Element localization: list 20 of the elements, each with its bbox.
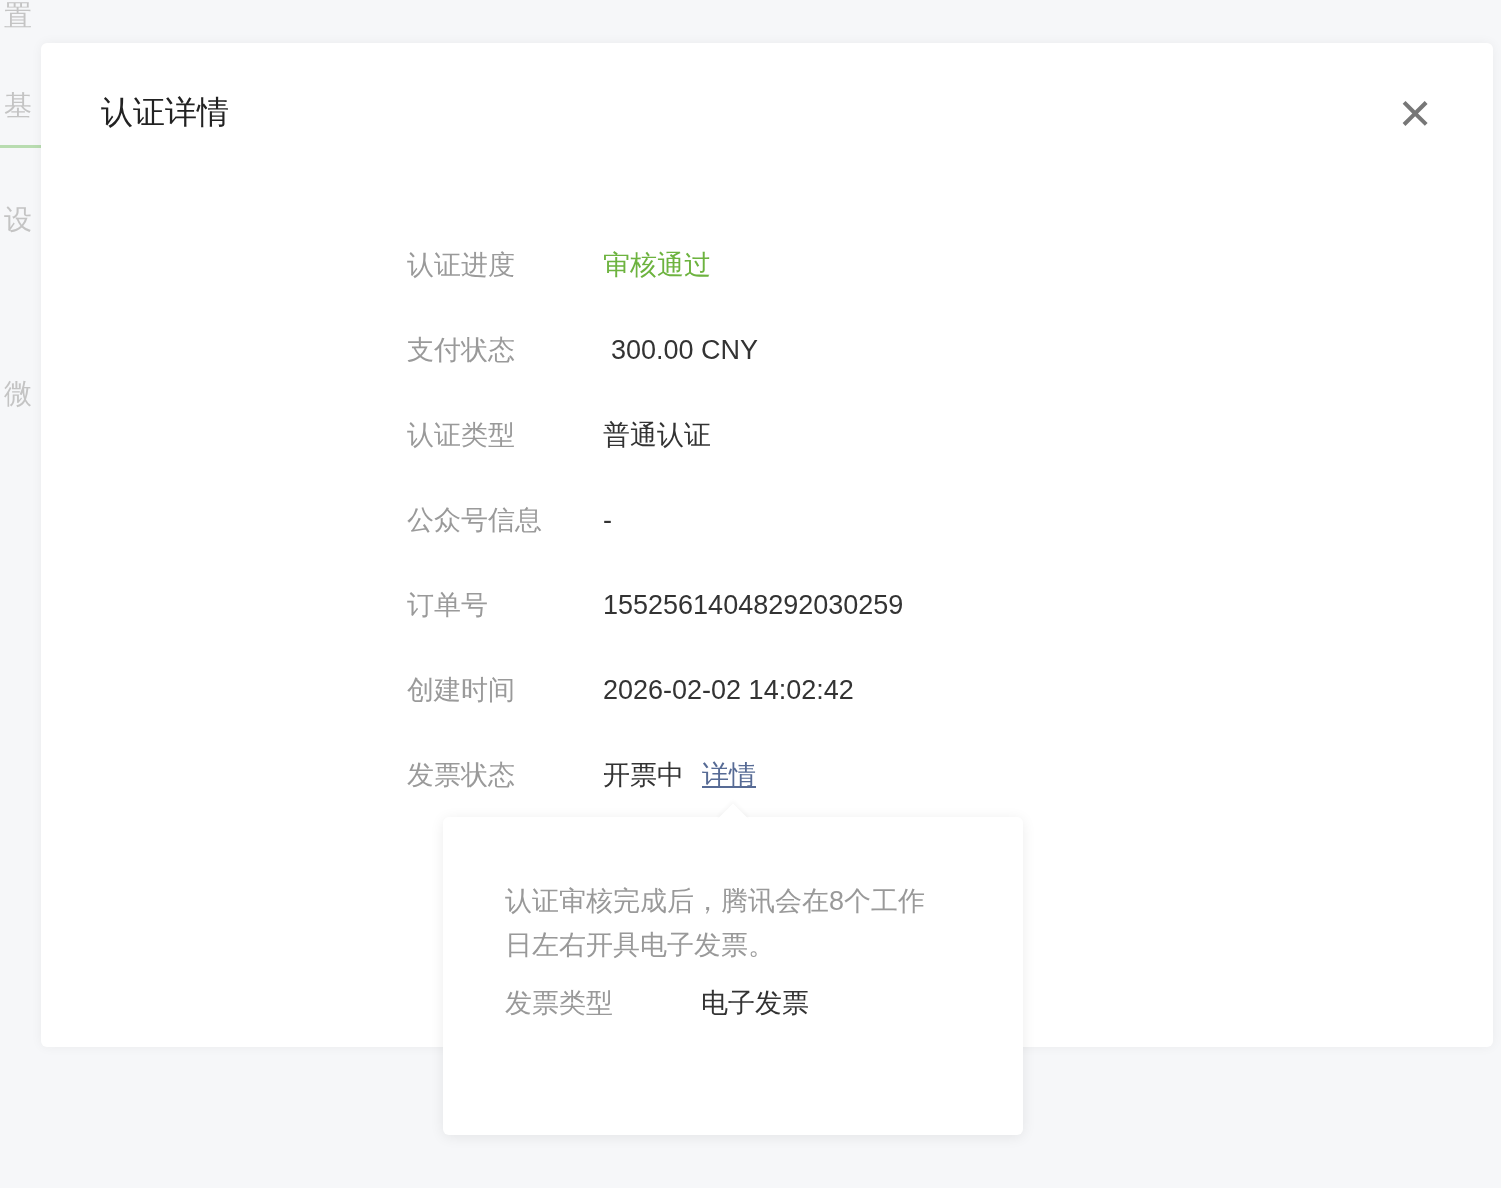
field-value: 300.00 CNY [610, 334, 759, 368]
field-value: 电子发票 [701, 987, 809, 1020]
field-label: 公众号信息 [407, 504, 543, 538]
field-label: 订单号 [407, 589, 489, 623]
field-label: 发票状态 [407, 759, 516, 793]
dialog-title: 认证详情 [101, 93, 229, 132]
field-label: 认证进度 [407, 249, 516, 283]
field-label: 发票类型 [505, 987, 614, 1020]
field-value: 开票中 [603, 759, 684, 793]
popover-message: 认证审核完成后，腾讯会在8个工作日左右开具电子发票。 [505, 885, 927, 962]
field-value: 普通认证 [603, 419, 711, 453]
field-label: 支付状态 [407, 334, 516, 368]
field-label: 创建时间 [407, 674, 516, 708]
field-value: 15525614048292030259 [603, 589, 904, 623]
field-value: 2026-02-02 14:02:42 [603, 674, 854, 708]
field-value: - [603, 504, 612, 538]
field-value: 审核通过 [603, 249, 711, 283]
close-button[interactable]: × [1395, 93, 1435, 133]
field-label: 认证类型 [407, 419, 516, 453]
details-link[interactable]: 详情 [702, 755, 756, 796]
